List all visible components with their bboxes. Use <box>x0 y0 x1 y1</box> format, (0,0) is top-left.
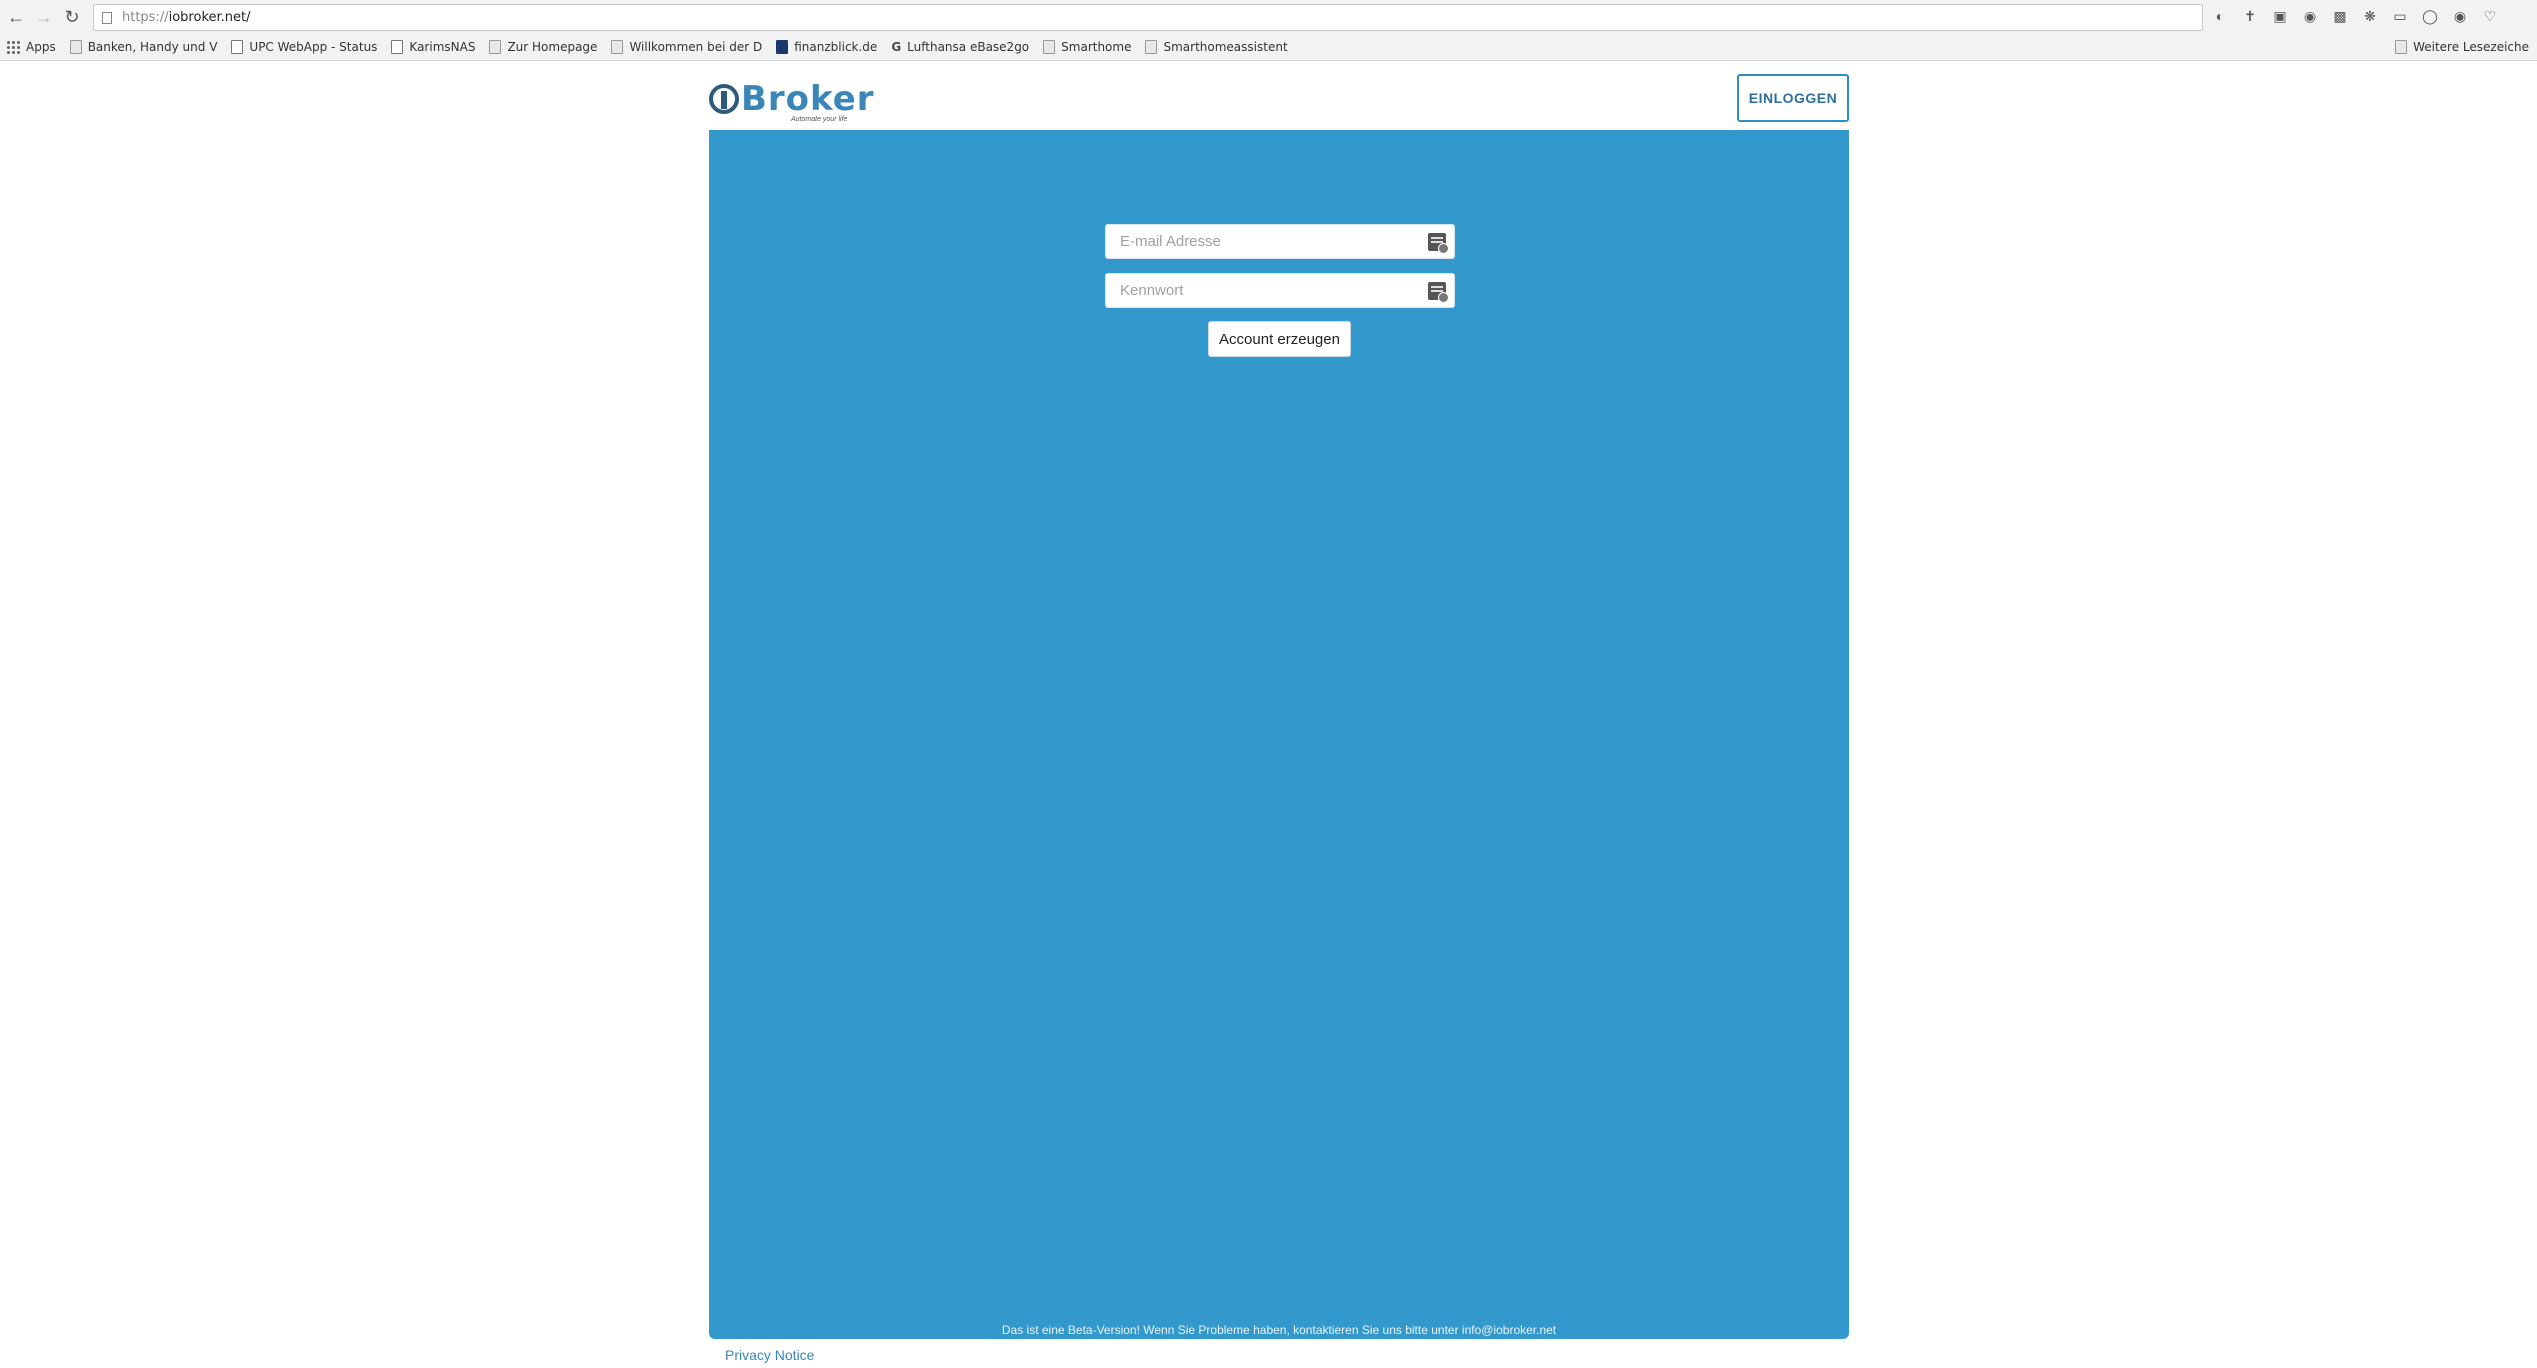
finanzblick-icon <box>776 40 789 54</box>
create-account-button[interactable]: Account erzeugen <box>1208 321 1351 357</box>
extension-icon[interactable]: ❋ <box>2360 6 2380 26</box>
forward-arrow-icon[interactable]: → <box>30 3 58 31</box>
bookmark-item[interactable]: KarimsNAS <box>385 36 483 58</box>
autofill-icon[interactable] <box>1428 233 1449 254</box>
extension-icon[interactable]: ▩ <box>2330 6 2350 26</box>
site-icon <box>611 40 624 54</box>
password-field[interactable] <box>1105 273 1455 308</box>
extension-icon[interactable]: ◯ <box>2420 6 2440 26</box>
extension-icon[interactable]: ▣ <box>2270 6 2290 26</box>
email-input[interactable] <box>1118 226 1418 257</box>
google-icon: G <box>891 40 902 54</box>
bookmark-item[interactable]: Smarthomeassistent <box>1139 36 1295 58</box>
browser-toolbar: ← → ↻ https://iobroker.net/ ◐ ✝ ▣ ◉ ▩ ❋ … <box>0 0 2537 34</box>
privacy-notice-link[interactable]: Privacy Notice <box>725 1347 814 1363</box>
url-host: iobroker.net/ <box>168 10 251 25</box>
back-arrow-icon[interactable]: ← <box>2 3 30 31</box>
bookmark-item[interactable]: Willkommen bei der D <box>605 36 770 58</box>
page-icon <box>391 40 404 54</box>
page-icon <box>231 40 244 54</box>
extension-icon[interactable]: ◉ <box>2450 6 2470 26</box>
folder-icon <box>2395 40 2408 54</box>
extension-icon[interactable]: ◐ <box>2210 6 2230 26</box>
page-icon <box>102 11 112 24</box>
address-bar[interactable]: https://iobroker.net/ <box>93 4 2203 31</box>
site-header: Broker Automate your life EINLOGGEN <box>709 72 1849 128</box>
page-content: Broker Automate your life EINLOGGEN Acco… <box>0 62 2537 1368</box>
iobroker-logo[interactable]: Broker Automate your life <box>709 76 875 123</box>
pin-icon[interactable]: ✝ <box>2240 6 2260 26</box>
email-field[interactable] <box>1105 224 1455 259</box>
bookmarks-bar: Apps Banken, Handy und V UPC WebApp - St… <box>0 34 2537 61</box>
beta-notice: Das ist eine Beta-Version! Wenn Sie Prob… <box>1001 1323 1557 1337</box>
password-input[interactable] <box>1118 275 1418 306</box>
bookmark-item[interactable]: Smarthome <box>1037 36 1139 58</box>
extension-icon[interactable]: ◉ <box>2300 6 2320 26</box>
bookmark-apps[interactable]: Apps <box>0 36 64 58</box>
logo-text: Broker <box>741 79 875 119</box>
iobroker-logo-icon <box>709 84 739 114</box>
folder-icon <box>1145 40 1158 54</box>
bookmark-item[interactable]: Zur Homepage <box>483 36 605 58</box>
signup-panel: Account erzeugen Das ist eine Beta-Versi… <box>709 130 1849 1339</box>
other-bookmarks[interactable]: Weitere Lesezeiche <box>2389 36 2537 58</box>
bookmark-item[interactable]: G Lufthansa eBase2go <box>885 36 1037 58</box>
folder-icon <box>1043 40 1056 54</box>
login-button[interactable]: EINLOGGEN <box>1737 74 1849 122</box>
apps-grid-icon <box>6 40 20 54</box>
folder-icon <box>69 40 82 54</box>
reload-icon[interactable]: ↻ <box>58 3 86 31</box>
heart-icon[interactable]: ♡ <box>2480 6 2500 26</box>
url-protocol: https:// <box>122 10 169 25</box>
logo-tagline: Automate your life <box>791 116 848 123</box>
autofill-icon[interactable] <box>1428 282 1449 303</box>
cast-icon[interactable]: ▭ <box>2390 6 2410 26</box>
bookmark-item[interactable]: UPC WebApp - Status <box>225 36 385 58</box>
bookmark-item[interactable]: finanzblick.de <box>770 36 885 58</box>
bookmark-item[interactable]: Banken, Handy und V <box>64 36 226 58</box>
extension-icons: ◐ ✝ ▣ ◉ ▩ ❋ ▭ ◯ ◉ ♡ <box>2210 6 2500 26</box>
nas-icon <box>489 40 502 54</box>
